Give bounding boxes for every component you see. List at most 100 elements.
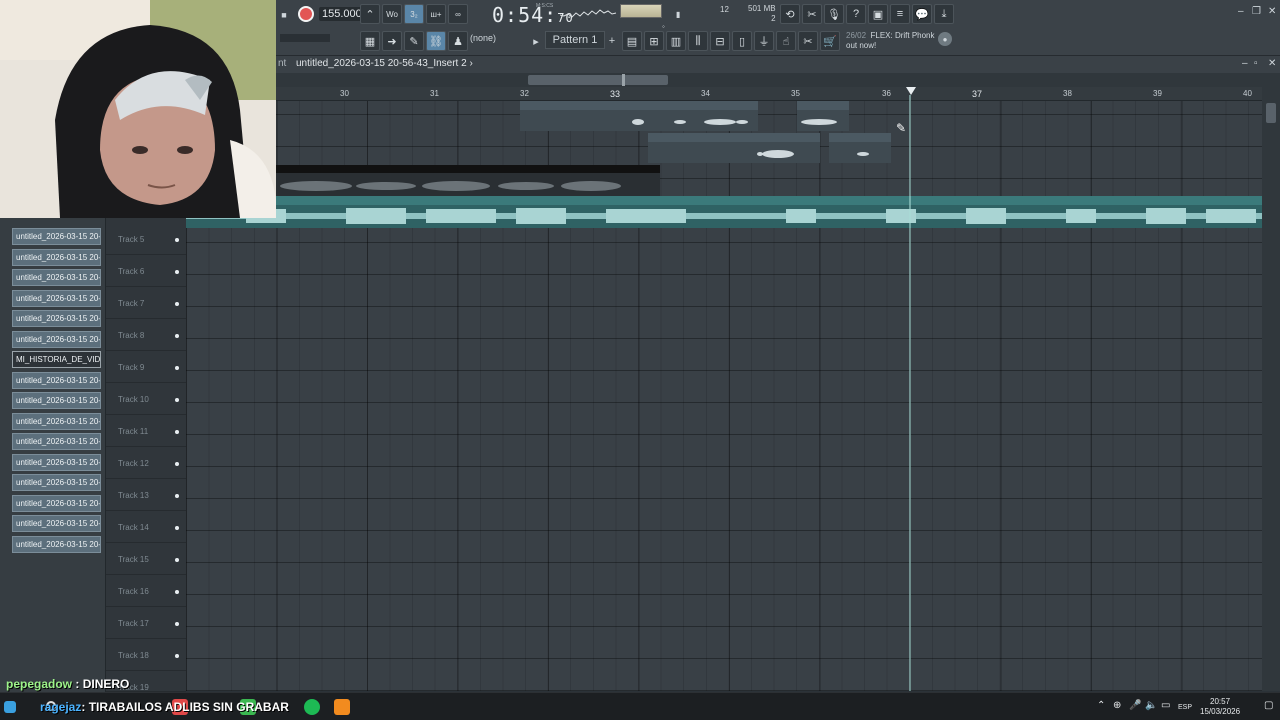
step-edit-icon[interactable]: ш+	[426, 4, 446, 24]
beat-audio-clip[interactable]: rageyio type beat - eyes - metometoelyn	[186, 196, 1262, 228]
mixer-window-icon[interactable]: ⫼	[688, 31, 708, 51]
track-mute-indicator[interactable]	[175, 334, 179, 338]
audio-clip[interactable]: untitled_2026-03-15 20-56-10_Insert 2	[520, 101, 758, 131]
track-header[interactable]: Track 16	[106, 575, 186, 607]
loop-record-icon[interactable]: ∞	[448, 4, 468, 24]
track-header[interactable]: Track 6	[106, 255, 186, 287]
audio-clip[interactable]: untitl..sert 2	[797, 101, 849, 131]
audio-clip[interactable]: untitled_2026-03-15 20-56-26_Insert 2	[648, 133, 820, 163]
snap-selector[interactable]: (none)	[470, 33, 496, 43]
draw-tool-icon[interactable]: ✎	[404, 31, 424, 51]
track-header[interactable]: Track 18	[106, 639, 186, 671]
track-mute-indicator[interactable]	[175, 654, 179, 658]
channel-rack-icon[interactable]: ⊞	[644, 31, 664, 51]
timeline-ruler[interactable]: 30 31 32 33 34 35 36 37 38 39 40	[186, 87, 1262, 101]
picker-item[interactable]: untitled_2026-03-15 20-...	[12, 331, 101, 348]
playlist-minimize-icon[interactable]: –	[1242, 58, 1248, 69]
playhead-marker[interactable]	[906, 87, 916, 95]
picker-item-selected[interactable]: MI_HISTORIA_DE_VIDA	[12, 351, 101, 368]
fl-studio-icon[interactable]	[334, 699, 350, 715]
record-button[interactable]	[298, 6, 314, 22]
picker-item[interactable]: untitled_2026-03-15 20-...	[12, 372, 101, 389]
master-pitch-slider[interactable]: ▮	[676, 4, 680, 24]
picker-item[interactable]: untitled_2026-03-15 20-...	[12, 474, 101, 491]
track-mute-indicator[interactable]	[175, 558, 179, 562]
track-header[interactable]: Track 10	[106, 383, 186, 415]
pattern-prev-icon[interactable]: ▸	[530, 31, 542, 51]
spotify-icon[interactable]	[304, 699, 320, 715]
help-icon[interactable]: ?	[846, 4, 866, 24]
mixer-icon[interactable]: ≡	[890, 4, 910, 24]
chat-icon[interactable]: 💬	[912, 4, 932, 24]
track-mute-indicator[interactable]	[175, 526, 179, 530]
countdown-icon[interactable]: 3₂	[404, 4, 424, 24]
scissors-icon[interactable]: ✂	[798, 31, 818, 51]
wait-input-icon[interactable]: Wo	[382, 4, 402, 24]
scroll-thumb[interactable]	[528, 75, 668, 85]
picker-item[interactable]: untitled_2026-03-15 20-...	[12, 290, 101, 307]
picker-item[interactable]: untitled_2026-03-15 20-...	[12, 413, 101, 430]
add-pattern-icon[interactable]: +	[606, 31, 618, 51]
microphone-tray-icon[interactable]: 🎤	[1129, 700, 1141, 711]
tempo-display[interactable]: 155.000	[319, 7, 365, 21]
track-mute-indicator[interactable]	[175, 622, 179, 626]
picker-item[interactable]: untitled_2026-03-15 20-...	[12, 310, 101, 327]
main-volume-slider[interactable]	[280, 34, 330, 42]
track-header[interactable]: Track 17	[106, 607, 186, 639]
track-mute-indicator[interactable]	[175, 270, 179, 274]
track-header[interactable]: Track 13	[106, 479, 186, 511]
picker-item[interactable]: untitled_2026-03-15 20-...	[12, 536, 101, 553]
tray-app-icon[interactable]: ⊕	[1113, 700, 1121, 711]
track-header[interactable]: Track 8	[106, 319, 186, 351]
cart-icon[interactable]: 🛒	[820, 31, 840, 51]
restore-icon[interactable]: ❐	[1252, 6, 1261, 17]
track-header[interactable]: Track 11	[106, 415, 186, 447]
picker-item[interactable]: untitled_2026-03-15 20-...	[12, 392, 101, 409]
save-icon[interactable]: ▣	[868, 4, 888, 24]
download-icon[interactable]: ⤓	[934, 4, 954, 24]
track-mute-indicator[interactable]	[175, 366, 179, 370]
picker-item[interactable]: untitled_2026-03-15 20-...	[12, 228, 101, 245]
playlist-icon[interactable]: ▤	[622, 31, 642, 51]
track-header[interactable]: Track 15	[106, 543, 186, 575]
link-icon[interactable]: ⛓	[426, 31, 446, 51]
track-mute-indicator[interactable]	[175, 462, 179, 466]
touch-icon[interactable]: ☝	[776, 31, 796, 51]
piano-roll-window-icon[interactable]: ▥	[666, 31, 686, 51]
track-mute-indicator[interactable]	[175, 398, 179, 402]
microphone-icon[interactable]: 🎙	[824, 4, 844, 24]
scroll-thumb[interactable]	[1266, 103, 1276, 123]
browser-icon[interactable]: ⊟	[710, 31, 730, 51]
track-mute-indicator[interactable]	[175, 430, 179, 434]
stamp-icon[interactable]: ♟	[448, 31, 468, 51]
track-mute-indicator[interactable]	[175, 238, 179, 242]
track-mute-indicator[interactable]	[175, 302, 179, 306]
windows-start-icon[interactable]	[4, 701, 16, 713]
picker-item[interactable]: untitled_2026-03-15 20-...	[12, 515, 101, 532]
vertical-scrollbar[interactable]	[1262, 87, 1280, 691]
globe-icon[interactable]: ●	[938, 32, 952, 46]
stop-button[interactable]: ■	[278, 5, 290, 25]
track-header[interactable]: Track 9	[106, 351, 186, 383]
plugin-icon[interactable]: ⏚	[754, 31, 774, 51]
track-header[interactable]: Track 7	[106, 287, 186, 319]
horizontal-scrollbar[interactable]	[276, 73, 1280, 87]
audio-clip[interactable]: untitled_Insert 2	[829, 133, 891, 163]
picker-item[interactable]: untitled_2026-03-15 20-...	[12, 249, 101, 266]
muted-audio-clip[interactable]	[276, 165, 660, 196]
minimize-icon[interactable]: –	[1238, 6, 1244, 17]
pattern-selector[interactable]: Pattern 1	[545, 31, 605, 49]
metronome-icon[interactable]: ⌃	[360, 4, 380, 24]
close-icon[interactable]: ✕	[1268, 6, 1276, 17]
track-mute-indicator[interactable]	[175, 590, 179, 594]
track-mute-indicator[interactable]	[175, 494, 179, 498]
project-icon[interactable]: ▯	[732, 31, 752, 51]
volume-icon[interactable]: 🔈	[1145, 700, 1157, 711]
picker-item[interactable]: untitled_2026-03-15 20-...	[12, 454, 101, 471]
track-header[interactable]: Track 12	[106, 447, 186, 479]
piano-roll-icon[interactable]: ▦	[360, 31, 380, 51]
tray-chevron-icon[interactable]: ⌃	[1097, 700, 1105, 711]
system-clock[interactable]: 20:57 15/03/2026	[1200, 697, 1240, 717]
picker-item[interactable]: untitled_2026-03-15 20-...	[12, 433, 101, 450]
picker-item[interactable]: untitled_2026-03-15 20-...	[12, 269, 101, 286]
